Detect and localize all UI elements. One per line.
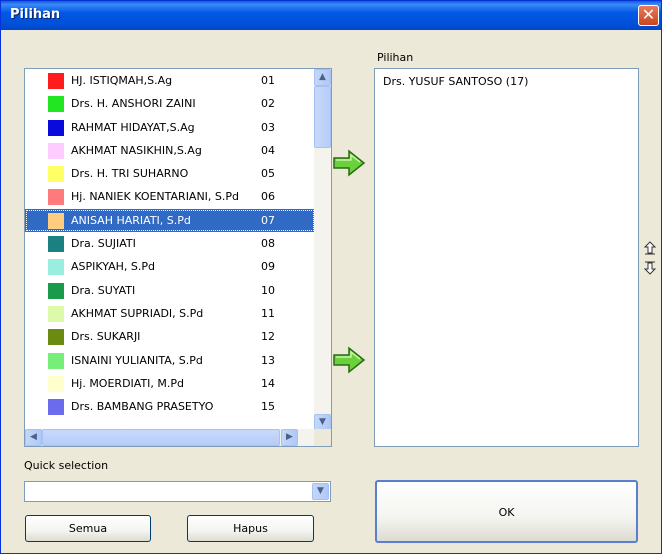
list-item[interactable]: ASPIKYAH, S.Pd 09 <box>25 255 315 278</box>
list-item-name: Drs. H. ANSHORI ZAINI <box>71 97 196 111</box>
list-item[interactable]: Drs. BAMBANG PRASETYO 15 <box>25 395 315 418</box>
quick-selection-combo[interactable]: ▼ <box>24 481 331 502</box>
scroll-left-button[interactable]: ◀ <box>25 429 42 446</box>
list-item[interactable]: Drs. H. TRI SUHARNO 05 <box>25 162 315 185</box>
quick-selection-label: Quick selection <box>24 459 109 472</box>
color-swatch <box>48 119 64 136</box>
color-swatch <box>48 96 64 113</box>
list-item-number: 06 <box>261 190 275 204</box>
list-item-number: 02 <box>261 97 275 111</box>
horizontal-scroll-thumb[interactable] <box>42 429 280 446</box>
list-item[interactable]: ISNAINI YULIANITA, S.Pd 13 <box>25 349 315 372</box>
color-swatch <box>48 352 64 369</box>
list-item-number: 10 <box>261 283 275 297</box>
list-item[interactable]: Drs. SUKARJI 12 <box>25 325 315 348</box>
window-title: Pilihan <box>10 7 61 22</box>
vertical-scroll-thumb[interactable] <box>314 86 331 148</box>
list-item-number: 01 <box>261 74 275 87</box>
list-item[interactable]: Hj. MOERDIATI, M.Pd 14 <box>25 372 315 395</box>
list-item-name: Drs. SUKARJI <box>71 330 141 344</box>
teacher-list-rows: HJ. ISTIQMAH,S.Ag 01 Drs. H. ANSHORI ZAINI… <box>25 69 315 418</box>
teacher-listbox[interactable]: HJ. ISTIQMAH,S.Ag 01 Drs. H. ANSHORI ZAINI… <box>24 68 332 447</box>
move-down-icon[interactable] <box>643 261 657 275</box>
list-item-name: ANISAH HARIATI, S.Pd <box>71 213 191 227</box>
list-item-number: 04 <box>261 143 275 157</box>
color-swatch <box>48 166 64 183</box>
color-swatch <box>48 189 64 206</box>
list-item-number: 15 <box>261 400 275 414</box>
color-swatch <box>48 236 64 253</box>
select-all-button[interactable]: Semua <box>25 515 151 542</box>
list-item-number: 09 <box>261 260 275 274</box>
color-swatch <box>48 375 64 392</box>
selection-label: Pilihan <box>377 51 414 64</box>
list-item-number: 13 <box>261 353 275 367</box>
list-item-number: 12 <box>261 330 275 344</box>
color-swatch <box>48 259 64 276</box>
color-swatch <box>48 142 64 159</box>
selected-item[interactable]: Drs. YUSUF SANTOSO (17) <box>383 75 528 88</box>
selected-listbox[interactable]: Drs. YUSUF SANTOSO (17) <box>374 68 639 447</box>
vertical-scrollbar[interactable]: ▲ ▼ <box>314 69 331 431</box>
list-item-number: 11 <box>261 306 275 320</box>
list-item-number: 03 <box>261 120 275 134</box>
delete-button[interactable]: Hapus <box>187 515 314 542</box>
list-item[interactable]: HJ. ISTIQMAH,S.Ag 01 <box>25 69 315 92</box>
chevron-down-icon[interactable]: ▼ <box>312 483 329 500</box>
pilihan-dialog: Pilihan ✕ HJ. ISTIQMAH,S.Ag 01 Drs. H. ANS… <box>0 0 662 554</box>
list-item[interactable]: Hj. NANIEK KOENTARIANI, S.Pd 06 <box>25 185 315 208</box>
list-item-name: RAHMAT HIDAYAT,S.Ag <box>71 120 195 134</box>
list-item-number: 08 <box>261 237 275 251</box>
list-item[interactable]: ANISAH HARIATI, S.Pd 07 <box>25 208 315 233</box>
list-item-name: HJ. ISTIQMAH,S.Ag <box>71 74 173 87</box>
list-item-name: Drs. H. TRI SUHARNO <box>71 167 189 181</box>
list-item-name: Dra. SUYATI <box>71 283 136 297</box>
list-item-number: 14 <box>261 376 275 390</box>
move-right-arrow-2-icon[interactable] <box>332 346 366 374</box>
list-item-name: Dra. SUJIATI <box>71 237 136 251</box>
color-swatch <box>48 282 64 299</box>
list-item-number: 05 <box>261 167 275 181</box>
title-bar: Pilihan ✕ <box>1 1 661 30</box>
list-item[interactable]: Drs. H. ANSHORI ZAINI 02 <box>25 92 315 115</box>
scroll-right-button[interactable]: ▶ <box>281 429 298 446</box>
move-right-arrow-icon[interactable] <box>332 149 366 177</box>
horizontal-scrollbar[interactable]: ◀ ▶ <box>25 429 315 446</box>
list-item-name: ASPIKYAH, S.Pd <box>71 260 155 274</box>
color-swatch <box>48 399 64 416</box>
list-item[interactable]: AKHMAT SUPRIADI, S.Pd 11 <box>25 302 315 325</box>
list-item[interactable]: RAHMAT HIDAYAT,S.Ag 03 <box>25 116 315 139</box>
list-item-name: Hj. MOERDIATI, M.Pd <box>71 376 185 390</box>
move-up-icon[interactable] <box>643 241 657 255</box>
close-button[interactable]: ✕ <box>638 5 659 26</box>
ok-button[interactable]: OK <box>375 480 638 543</box>
list-item[interactable]: Dra. SUJIATI 08 <box>25 232 315 255</box>
color-swatch <box>48 329 64 346</box>
scroll-up-button[interactable]: ▲ <box>314 69 331 86</box>
list-item-name: Drs. BAMBANG PRASETYO <box>71 400 214 414</box>
list-item[interactable]: AKHMAT NASIKHIN,S.Ag 04 <box>25 139 315 162</box>
list-item-name: AKHMAT NASIKHIN,S.Ag <box>71 143 202 157</box>
list-item-name: ISNAINI YULIANITA, S.Pd <box>71 353 203 367</box>
list-item-number: 07 <box>261 213 275 227</box>
color-swatch <box>48 212 64 229</box>
list-item[interactable]: Dra. SUYATI 10 <box>25 279 315 302</box>
color-swatch <box>48 73 64 89</box>
list-item-name: Hj. NANIEK KOENTARIANI, S.Pd <box>71 190 240 204</box>
scroll-corner <box>314 429 331 446</box>
color-swatch <box>48 305 64 322</box>
list-item-name: AKHMAT SUPRIADI, S.Pd <box>71 306 204 320</box>
